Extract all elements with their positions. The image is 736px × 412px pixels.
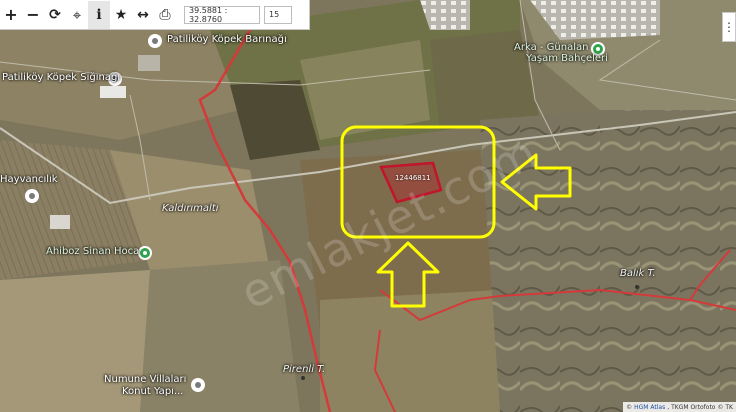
place-label[interactable]: Patiliköy Köpek Barınağı xyxy=(167,34,287,45)
locality-label: Pirenli T. xyxy=(283,364,326,375)
place-label[interactable]: Hayvancılık xyxy=(0,174,58,185)
attribution-text: © TK xyxy=(717,403,733,411)
attribution-separator: , xyxy=(667,403,670,411)
locality-label: Kaldırımaltı xyxy=(162,203,219,214)
measure-icon[interactable]: ↔ xyxy=(132,1,154,29)
building xyxy=(100,86,126,98)
parcel-number: 12446811 xyxy=(395,174,431,182)
place-pin-icon[interactable] xyxy=(25,189,39,203)
star-icon[interactable]: ★ xyxy=(110,1,132,29)
map-attribution: © HGM Atlas , TKGM Ortofoto © TK xyxy=(623,402,736,412)
refresh-icon[interactable]: ⟳ xyxy=(44,1,66,29)
field-patch xyxy=(320,290,520,412)
locality-label: Balık T. xyxy=(620,268,656,279)
place-label[interactable]: Arka - Günalan xyxy=(514,42,588,53)
locate-icon[interactable]: ⌖ xyxy=(66,1,88,29)
attribution-link[interactable]: HGM Atlas xyxy=(634,404,665,411)
place-label[interactable]: Konut Yapı... xyxy=(122,386,183,397)
map-toolbar: + − ⟳ ⌖ i ★ ↔ ⎙ 39.5881 : 32.8760 15 xyxy=(0,0,310,30)
zoom-out-icon[interactable]: − xyxy=(22,1,44,29)
place-label[interactable]: Ahiboz Sinan Hoca xyxy=(46,246,139,257)
building xyxy=(50,215,70,229)
info-icon[interactable]: i xyxy=(88,0,110,29)
zoom-level: 15 xyxy=(264,5,292,24)
more-options-icon[interactable]: ⋮ xyxy=(722,12,736,42)
hilltop-marker xyxy=(635,285,639,289)
place-label[interactable]: Numune Villaları xyxy=(104,374,186,385)
attribution-prefix: © xyxy=(626,403,633,411)
place-label[interactable]: Yaşam Bahçeleri xyxy=(526,53,608,64)
attribution-text: TKGM Ortofoto xyxy=(671,403,716,411)
place-label[interactable]: Patiliköy Köpek Sığınağı xyxy=(2,72,120,83)
place-pin-icon[interactable] xyxy=(148,34,162,48)
hilltop-marker xyxy=(301,376,305,380)
place-pin-icon[interactable] xyxy=(191,378,205,392)
coordinate-readout: 39.5881 : 32.8760 xyxy=(184,5,260,24)
building xyxy=(138,55,160,71)
zoom-in-icon[interactable]: + xyxy=(0,1,22,29)
green-flower-icon[interactable] xyxy=(138,246,152,260)
print-icon[interactable]: ⎙ xyxy=(154,1,176,29)
